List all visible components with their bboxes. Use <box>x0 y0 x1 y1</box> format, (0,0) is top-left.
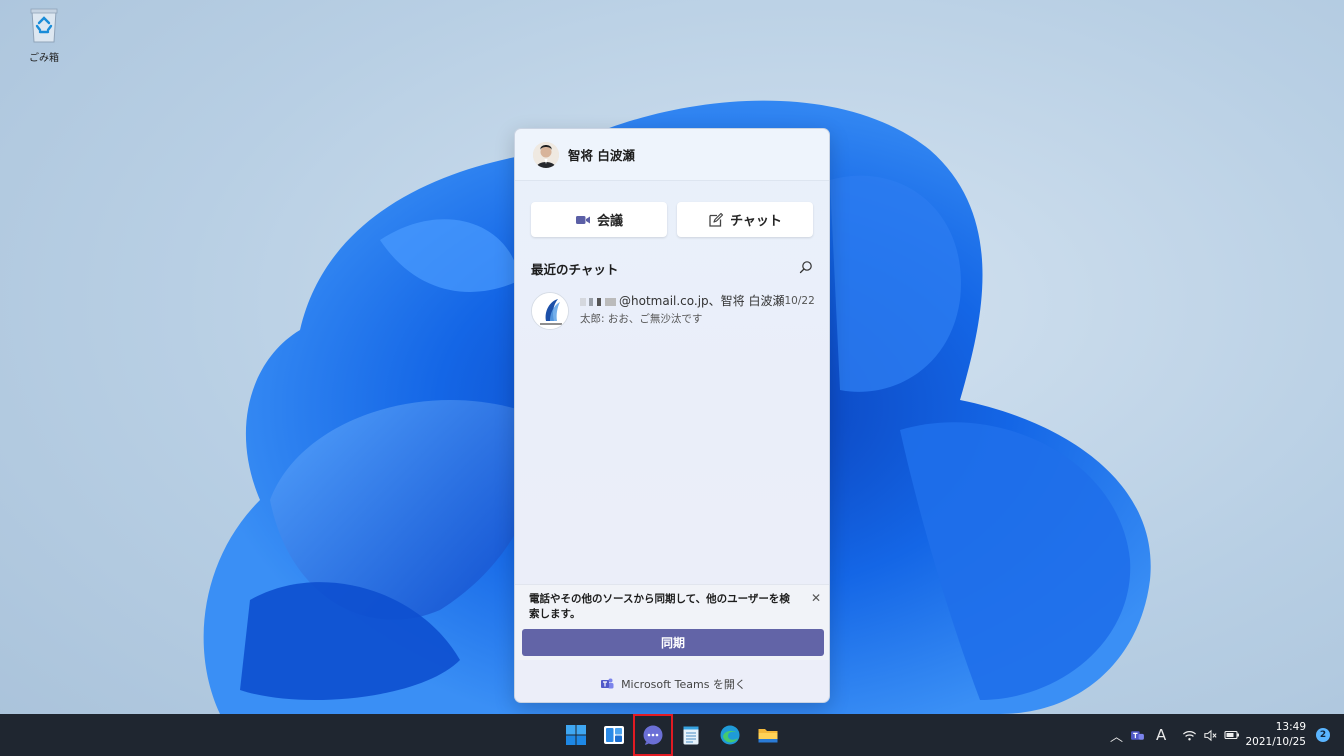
user-avatar[interactable] <box>533 141 559 168</box>
close-icon[interactable]: ✕ <box>809 591 823 605</box>
notepad-icon <box>683 726 699 745</box>
file-explorer-button[interactable] <box>754 721 782 749</box>
chat-body: @hotmail.co.jp、智将 白波瀬 10/22 太郎: おお、ご無沙汰で… <box>580 292 815 330</box>
open-teams-label: Microsoft Teams を開く <box>621 678 746 691</box>
teams-logo-icon <box>601 678 614 689</box>
ime-mode-text: A <box>1156 726 1167 744</box>
notification-badge[interactable]: 2 <box>1316 728 1330 742</box>
teams-chat-flyout: 智将 白波瀬 会議 チャット 最近のチャット @hotmail.co.jp、智将… <box>514 128 830 703</box>
flyout-header: 智将 白波瀬 <box>515 129 829 181</box>
battery-icon <box>1224 730 1239 740</box>
widgets-icon <box>604 726 624 744</box>
search-icon <box>799 261 812 274</box>
widgets-button[interactable] <box>600 721 628 749</box>
volume-button[interactable] <box>1203 714 1218 756</box>
chat-button-label: チャット <box>730 214 782 229</box>
recent-chats-header: 最近のチャット <box>515 237 829 278</box>
chat-list-item[interactable]: @hotmail.co.jp、智将 白波瀬 10/22 太郎: おお、ご無沙汰で… <box>515 278 829 330</box>
chat-icon-highlight <box>633 714 673 756</box>
tray-overflow-button[interactable]: ︿ <box>1110 714 1123 756</box>
ime-indicator[interactable]: A <box>1156 714 1166 756</box>
windows-logo-icon <box>566 725 586 745</box>
recycle-bin-shortcut[interactable]: ごみ箱 <box>18 6 70 64</box>
chat-name: @hotmail.co.jp、智将 白波瀬 <box>580 292 785 309</box>
wifi-icon <box>1182 730 1197 740</box>
action-row: 会議 チャット <box>515 181 829 237</box>
taskbar-clock[interactable]: 13:49 2021/10/25 <box>1245 720 1306 750</box>
sync-message: 電話やその他のソースから同期して、他のユーザーを検索します。 <box>529 593 790 620</box>
meet-button-label: 会議 <box>596 214 623 229</box>
chat-avatar <box>531 292 569 330</box>
compose-icon <box>709 212 724 227</box>
chat-date: 10/22 <box>784 294 815 307</box>
recent-chats-title: 最近のチャット <box>531 262 619 277</box>
open-teams-link[interactable]: Microsoft Teams を開く <box>515 676 829 692</box>
battery-button[interactable] <box>1224 714 1240 756</box>
sync-banner: 電話やその他のソースから同期して、他のユーザーを検索します。 ✕ 同期 <box>515 584 829 660</box>
start-button[interactable] <box>562 721 590 749</box>
edge-browser-button[interactable] <box>716 721 744 749</box>
edge-icon <box>720 725 740 745</box>
chat-top-row: @hotmail.co.jp、智将 白波瀬 10/22 <box>580 292 815 309</box>
notepad-button[interactable] <box>677 721 705 749</box>
video-camera-icon <box>575 215 590 224</box>
network-button[interactable] <box>1182 714 1197 756</box>
redacted-text <box>580 297 616 306</box>
clock-time: 13:49 <box>1275 721 1306 733</box>
sync-button[interactable]: 同期 <box>522 629 824 656</box>
teams-tray-icon <box>1131 730 1144 740</box>
chat-name-text: @hotmail.co.jp、智将 白波瀬 <box>619 294 785 308</box>
user-name: 智将 白波瀬 <box>568 148 635 163</box>
volume-muted-icon <box>1204 729 1217 741</box>
tray-teams-button[interactable] <box>1130 714 1145 756</box>
recycle-bin-label: ごみ箱 <box>29 53 59 64</box>
folder-icon <box>758 729 778 743</box>
clock-date: 2021/10/25 <box>1245 736 1306 748</box>
recycle-bin-icon <box>30 8 58 43</box>
chat-button[interactable]: チャット <box>677 202 813 237</box>
search-button[interactable] <box>799 259 813 278</box>
chat-preview: 太郎: おお、ご無沙汰です <box>580 313 703 325</box>
meet-button[interactable]: 会議 <box>531 202 667 237</box>
chevron-up-icon: ︿ <box>1110 729 1124 745</box>
